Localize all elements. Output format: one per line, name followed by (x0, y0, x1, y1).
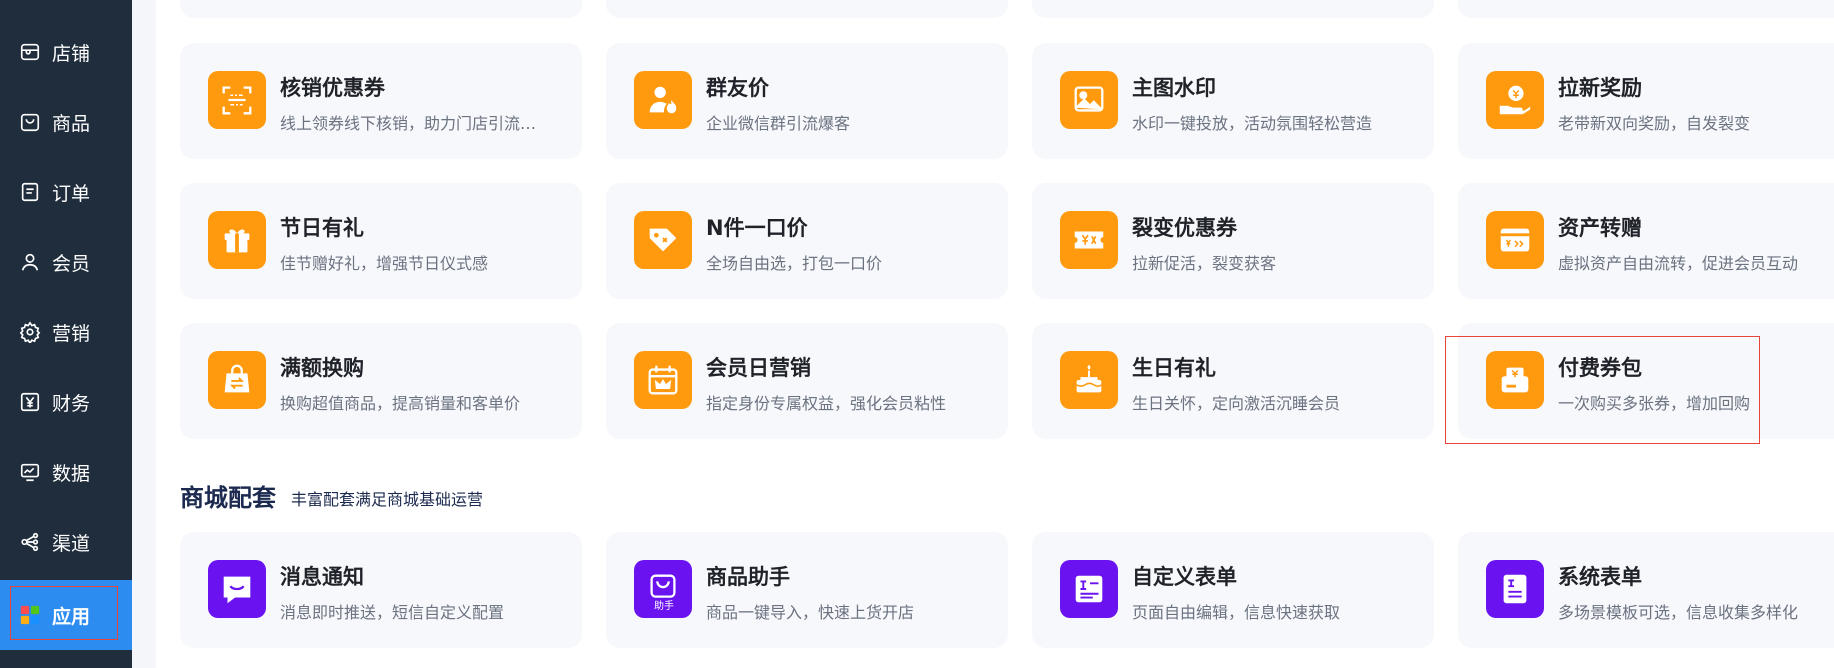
member-user-icon (18, 250, 42, 274)
card-title: 生日有礼 (1132, 356, 1216, 380)
group-user-flame-icon (634, 71, 692, 129)
card-title: 核销优惠券 (280, 76, 385, 100)
assistant-badge-label: 助手 (654, 601, 674, 612)
card-desc: 线上领券线下核销，助力门店引流… (280, 114, 537, 133)
sidebar-item-label: 会员 (52, 252, 91, 275)
card-desc: 虚拟资产自由流转，促进会员互动 (1558, 254, 1799, 273)
hand-coin-icon (1486, 71, 1544, 129)
app-card-message-notice[interactable]: 消息通知 消息即时推送，短信自定义配置 (180, 532, 582, 648)
custom-form-icon (1060, 560, 1118, 618)
sidebar-item-member[interactable]: 会员 (0, 232, 132, 292)
sidebar-item-product[interactable]: 商品 (0, 92, 132, 152)
sidebar-item-label: 店铺 (52, 42, 91, 65)
app-card-custom-form[interactable]: 自定义表单 页面自由编辑，信息快速获取 (1032, 532, 1434, 648)
app-card-holiday-gift[interactable]: 节日有礼 佳节赠好礼，增强节日仪式感 (180, 183, 582, 299)
finance-yen-icon (18, 390, 42, 414)
app-card-group-price[interactable]: 群友价 企业微信群引流爆客 (606, 43, 1008, 159)
app-card-fission-coupon[interactable]: 裂变优惠券 拉新促活，裂变获客 (1032, 183, 1434, 299)
gift-box-icon (208, 211, 266, 269)
paid-coupon-pack-icon (1486, 351, 1544, 409)
card-title: 裂变优惠券 (1132, 216, 1237, 240)
card-title: 系统表单 (1558, 565, 1642, 589)
card-title: 商品助手 (706, 565, 790, 589)
card-desc: 老带新双向奖励，自发裂变 (1558, 114, 1751, 133)
card-title: 付费券包 (1558, 356, 1642, 380)
app-card-birthday-gift[interactable]: 生日有礼 生日关怀，定向激活沉睡会员 (1032, 323, 1434, 439)
sidebar-item-label: 渠道 (52, 532, 91, 555)
content-gutter (132, 0, 156, 668)
section-title: 商城配套 (180, 484, 276, 512)
product-bag-icon (18, 110, 42, 134)
channel-share-icon (18, 530, 42, 554)
sidebar-item-channel[interactable]: 渠道 (0, 512, 132, 572)
app-card-member-day[interactable]: 会员日营销 指定身份专属权益，强化会员粘性 (606, 323, 1008, 439)
card-title: 拉新奖励 (1558, 76, 1642, 100)
card-title: 消息通知 (280, 565, 364, 589)
card-partial (1032, 0, 1434, 18)
app-card-verify-coupon[interactable]: 核销优惠券 线上领券线下核销，助力门店引流… (180, 43, 582, 159)
price-tag-icon (634, 211, 692, 269)
app-card-paid-coupon-pack[interactable]: 付费券包 一次购买多张券，增加回购 (1458, 323, 1834, 439)
card-desc: 水印一键投放，活动氛围轻松营造 (1132, 114, 1373, 133)
sidebar-item-finance[interactable]: 财务 (0, 372, 132, 432)
system-form-icon (1486, 560, 1544, 618)
message-smile-icon (208, 560, 266, 618)
card-desc: 全场自由选，打包一口价 (706, 254, 883, 273)
sidebar-item-order[interactable]: 订单 (0, 162, 132, 222)
card-partial (1458, 0, 1834, 18)
card-desc: 多场景模板可选，信息收集多样化 (1558, 603, 1799, 622)
card-desc: 拉新促活，裂变获客 (1132, 254, 1277, 273)
shopping-bag-exchange-icon (208, 351, 266, 409)
card-title: 节日有礼 (280, 216, 364, 240)
app-card-n-items-price[interactable]: N件一口价 全场自由选，打包一口价 (606, 183, 1008, 299)
card-partial (606, 0, 1008, 18)
app-card-trade-up[interactable]: 满额换购 换购超值商品，提高销量和客单价 (180, 323, 582, 439)
calendar-crown-icon (634, 351, 692, 409)
card-desc: 商品一键导入，快速上货开店 (706, 603, 915, 622)
sidebar-item-marketing[interactable]: 营销 (0, 302, 132, 362)
qr-scan-coupon-icon (208, 71, 266, 129)
sidebar-item-label: 营销 (52, 322, 91, 345)
asset-transfer-icon (1486, 211, 1544, 269)
card-title: 自定义表单 (1132, 565, 1237, 589)
app-card-image-watermark[interactable]: 主图水印 水印一键投放，活动氛围轻松营造 (1032, 43, 1434, 159)
card-desc: 换购超值商品，提高销量和客单价 (280, 394, 521, 413)
birthday-cake-icon (1060, 351, 1118, 409)
card-title: 满额换购 (280, 356, 364, 380)
marketing-gear-icon (18, 320, 42, 344)
card-title: 资产转赠 (1558, 216, 1642, 240)
app-card-system-form[interactable]: 系统表单 多场景模板可选，信息收集多样化 (1458, 532, 1834, 648)
card-title: N件一口价 (706, 216, 808, 240)
app-card-asset-transfer[interactable]: 资产转赠 虚拟资产自由流转，促进会员互动 (1458, 183, 1834, 299)
card-desc: 企业微信群引流爆客 (706, 114, 851, 133)
sidebar-item-label: 商品 (52, 112, 91, 135)
order-doc-icon (18, 180, 42, 204)
split-coupon-icon (1060, 211, 1118, 269)
active-item-highlight (10, 586, 118, 640)
card-desc: 生日关怀，定向激活沉睡会员 (1132, 394, 1341, 413)
data-monitor-icon (18, 460, 42, 484)
sidebar-item-label: 财务 (52, 392, 91, 415)
app-card-referral-reward[interactable]: 拉新奖励 老带新双向奖励，自发裂变 (1458, 43, 1834, 159)
card-desc: 佳节赠好礼，增强节日仪式感 (280, 254, 489, 273)
app-card-product-assistant[interactable]: 商品助手 商品一键导入，快速上货开店 (606, 532, 1008, 648)
image-watermark-icon (1060, 71, 1118, 129)
section-subtitle: 丰富配套满足商城基础运营 (291, 490, 484, 509)
card-desc: 指定身份专属权益，强化会员粘性 (706, 394, 947, 413)
card-title: 主图水印 (1132, 76, 1216, 100)
sidebar-item-data[interactable]: 数据 (0, 442, 132, 502)
sidebar-item-store[interactable]: 店铺 (0, 22, 132, 82)
sidebar-item-label: 订单 (52, 182, 91, 205)
sidebar-item-label: 数据 (52, 462, 91, 485)
card-desc: 页面自由编辑，信息快速获取 (1132, 603, 1341, 622)
card-partial (180, 0, 582, 18)
store-icon (18, 40, 42, 64)
card-title: 会员日营销 (706, 356, 811, 380)
sidebar-item-apps[interactable]: 应用 (0, 580, 132, 650)
card-title: 群友价 (706, 76, 769, 100)
card-desc: 消息即时推送，短信自定义配置 (280, 603, 505, 622)
sidebar: 店铺 商品 订单 会员 营销 财务 数据 渠道 应用 (0, 0, 132, 668)
card-desc: 一次购买多张券，增加回购 (1558, 394, 1751, 413)
